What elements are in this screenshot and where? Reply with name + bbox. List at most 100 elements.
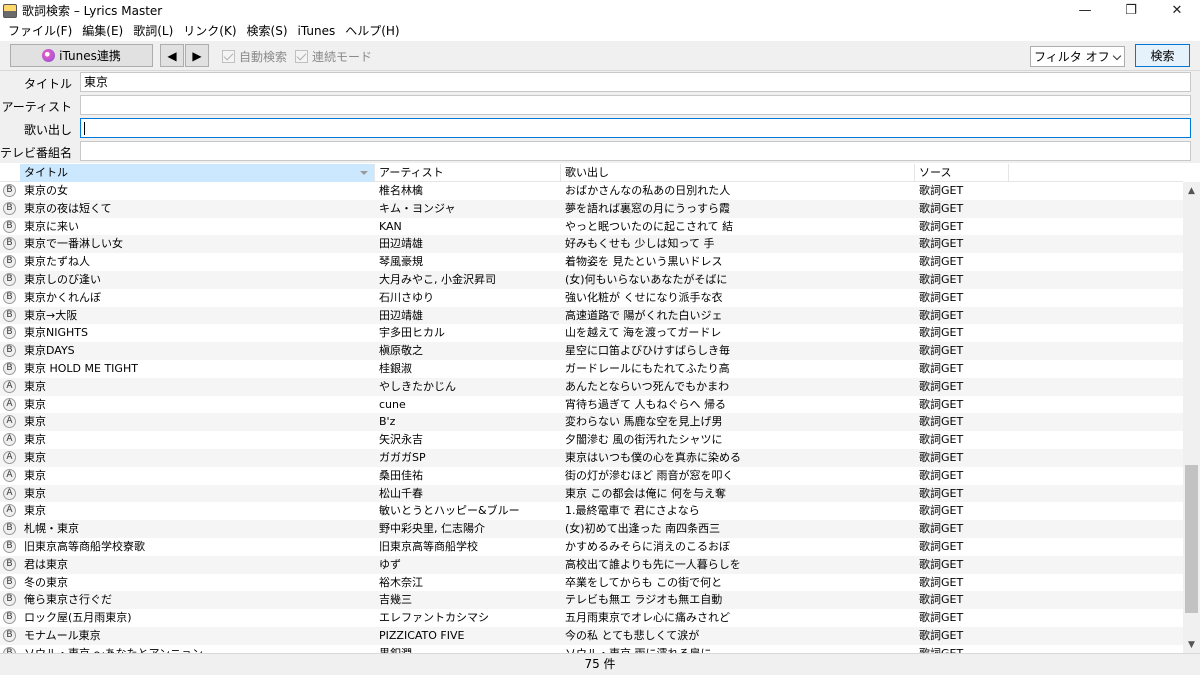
- table-row[interactable]: A 東京 桑田佳祐 街の灯が滲むほど 雨音が窓を叩く 歌詞GET: [0, 467, 1183, 485]
- minimize-button[interactable]: —: [1062, 0, 1108, 21]
- table-row[interactable]: B 旧東京高等商船学校寮歌 旧東京高等商船学校 かすめるみそらに消えのこるおぼ 歌詞GE…: [0, 538, 1183, 556]
- table-row[interactable]: A 東京 敏いとうとハッピー&ブルー 1.最終電車で 君にさよなら 歌詞GET: [0, 502, 1183, 520]
- row-title: 東京の女: [24, 184, 68, 197]
- row-type-badge: B: [3, 361, 16, 375]
- itunes-link-button[interactable]: iTunes連携: [10, 44, 153, 67]
- menu-edit[interactable]: 編集(E): [77, 21, 128, 41]
- row-source: 歌詞GET: [919, 326, 964, 340]
- menu-help[interactable]: ヘルプ(H): [340, 21, 404, 41]
- row-lyric: 強い化粧が くせになり派手な衣: [565, 290, 723, 304]
- table-row[interactable]: A 東京 cune 宵待ち過ぎて 人もねぐらへ 帰る 歌詞GET: [0, 396, 1183, 414]
- row-lyric: 卒業をしてからも この街で何と: [565, 575, 723, 589]
- column-header-title[interactable]: タイトル: [20, 164, 375, 182]
- row-title: 東京→大阪: [24, 308, 78, 322]
- lyric-input[interactable]: [80, 118, 1191, 138]
- menu-file[interactable]: ファイル(F): [3, 21, 77, 41]
- auto-search-checkbox[interactable]: 自動検索: [222, 48, 287, 65]
- table-row[interactable]: B 東京で一番淋しい女 田辺靖雄 好みもくせも 少しは知って 手 歌詞GET: [0, 235, 1183, 254]
- toolbar: iTunes連携 ◀ ▶ 自動検索 連続モード フィルタ オフ 検索: [0, 41, 1200, 71]
- maximize-button[interactable]: ❐: [1108, 0, 1154, 21]
- table-row[interactable]: B 東京の夜は短くて キム・ヨンジャ 夢を語れば裏窓の月にうっすら霞 歌詞GET: [0, 199, 1183, 218]
- search-button[interactable]: 検索: [1135, 44, 1190, 67]
- row-source: 歌詞GET: [919, 308, 964, 322]
- menu-bar: ファイル(F) 編集(E) 歌詞(L) リンク(K) 検索(S) iTunes …: [0, 21, 1200, 41]
- scroll-up-icon[interactable]: ▲: [1183, 182, 1200, 199]
- table-row[interactable]: A 東京 ガガガSP 東京はいつも僕の心を真赤に染める 歌詞GET: [0, 448, 1183, 467]
- artist-input[interactable]: [80, 95, 1191, 115]
- menu-search[interactable]: 検索(S): [242, 21, 293, 41]
- row-title: 東京に来い: [24, 219, 79, 233]
- title-bar: 歌詞検索 – Lyrics Master — ❐ ✕: [0, 0, 1200, 21]
- vertical-scrollbar[interactable]: ▲ ▼: [1183, 182, 1200, 653]
- row-lyric: 星空に口笛よびひけすばらしき毎: [565, 344, 730, 358]
- tv-input[interactable]: [80, 141, 1191, 161]
- table-row[interactable]: B 東京たずね人 琴風豪規 着物姿を 見たという黒いドレス 歌詞GET: [0, 253, 1183, 271]
- table-row[interactable]: A 東京 やしきたかじん あんたとならいつ死んでもかまわ 歌詞GET: [0, 377, 1183, 396]
- row-title: 東京たずね人: [24, 255, 90, 269]
- continuous-mode-checkbox[interactable]: 連続モード: [295, 48, 372, 65]
- row-type-badge: B: [3, 237, 16, 251]
- row-artist: 桑田佳祐: [379, 468, 423, 482]
- row-type-badge: A: [3, 379, 16, 393]
- table-row[interactable]: B 俺ら東京さ行ぐだ 吉幾三 テレビも無エ ラジオも無エ自動 歌詞GET: [0, 591, 1183, 610]
- row-type-badge: B: [3, 575, 16, 589]
- column-header-lyric[interactable]: 歌い出し: [561, 164, 915, 182]
- text-caret: [84, 122, 85, 135]
- menu-link[interactable]: リンク(K): [178, 21, 241, 41]
- row-lyric: あんたとならいつ死んでもかまわ: [565, 379, 730, 393]
- scrollbar-thumb[interactable]: [1185, 465, 1198, 613]
- table-row[interactable]: A 東京 矢沢永吉 夕闇滲む 風の街汚れたシャツに 歌詞GET: [0, 431, 1183, 449]
- table-row[interactable]: B 東京→大阪 田辺靖雄 高速道路で 陽がくれた白いジェ 歌詞GET: [0, 306, 1183, 325]
- row-lyric: 東京 この都会は俺に 何を与え奪: [565, 486, 726, 500]
- row-title: 冬の東京: [24, 575, 68, 589]
- previous-button[interactable]: ◀: [160, 44, 184, 67]
- itunes-icon: [42, 49, 56, 62]
- column-header-artist[interactable]: アーティスト: [375, 164, 561, 182]
- table-row[interactable]: Bソウル・東京 〜あなたとアンニョン黒釦潤ソウル・東京 雨に濡れる肩に歌詞GET: [0, 645, 1183, 653]
- row-title: 東京: [24, 415, 46, 429]
- table-row[interactable]: B 東京かくれんぼ 石川さゆり 強い化粧が くせになり派手な衣 歌詞GET: [0, 289, 1183, 307]
- result-count: 75 件: [584, 657, 616, 671]
- close-button[interactable]: ✕: [1154, 0, 1200, 21]
- row-type-badge: B: [3, 522, 16, 536]
- row-type-badge: B: [3, 219, 16, 233]
- itunes-link-label: iTunes連携: [59, 49, 121, 63]
- table-row[interactable]: B 東京の女 椎名林檎 おばかさんなの私あの日別れた人 歌詞GET: [0, 182, 1183, 200]
- table-row[interactable]: B 東京に来い KAN やっと眠ついたのに起こされて 結 歌詞GET: [0, 218, 1183, 236]
- row-type-badge: B: [3, 184, 16, 197]
- row-type-badge: A: [3, 415, 16, 429]
- table-row[interactable]: B 東京DAYS 槇原敬之 星空に口笛よびひけすばらしき毎 歌詞GET: [0, 342, 1183, 360]
- row-artist: PIZZICATO FIVE: [379, 628, 465, 642]
- next-button[interactable]: ▶: [185, 44, 209, 67]
- table-row[interactable]: B 東京 HOLD ME TIGHT 桂銀淑 ガードレールにもたれてふたり高 歌詞GET: [0, 360, 1183, 378]
- scroll-down-icon[interactable]: ▼: [1183, 636, 1200, 653]
- column-header-title-label: タイトル: [24, 166, 68, 179]
- table-row[interactable]: B 冬の東京 裕木奈江 卒業をしてからも この街で何と 歌詞GET: [0, 574, 1183, 592]
- title-input[interactable]: 東京: [80, 72, 1191, 92]
- row-artist: 矢沢永吉: [379, 433, 423, 447]
- row-source: 歌詞GET: [919, 504, 964, 518]
- table-row[interactable]: B 君は東京 ゆず 高校出て誰よりも先に一人暮らしを 歌詞GET: [0, 555, 1183, 574]
- table-row[interactable]: B 東京NIGHTS 宇多田ヒカル 山を越えて 海を渡ってガードレ 歌詞GET: [0, 324, 1183, 342]
- table-row[interactable]: A 東京 B'z 変わらない 馬鹿な空を見上げ男 歌詞GET: [0, 413, 1183, 432]
- menu-lyrics[interactable]: 歌詞(L): [128, 21, 178, 41]
- row-type-badge: B: [3, 326, 16, 340]
- column-header-source[interactable]: ソース: [915, 164, 1009, 182]
- filter-select[interactable]: フィルタ オフ: [1030, 46, 1125, 67]
- row-lyric: (女)初めて出逢った 南四条西三: [565, 522, 721, 536]
- row-lyric: 今の私 とても悲しくて涙が: [565, 628, 700, 642]
- row-title: モナムール東京: [24, 628, 101, 642]
- row-artist: やしきたかじん: [379, 379, 456, 393]
- title-row: タイトル 東京: [0, 71, 1200, 94]
- row-source: 歌詞GET: [919, 593, 964, 607]
- table-row[interactable]: B ロック屋(五月雨東京) エレファントカシマシ 五月雨東京でオレ心に痛みされど 歌詞G…: [0, 609, 1183, 627]
- row-lyric: 山を越えて 海を渡ってガードレ: [565, 326, 722, 340]
- menu-itunes[interactable]: iTunes: [293, 21, 341, 41]
- row-type-badge: B: [3, 557, 16, 571]
- table-row[interactable]: B モナムール東京 PIZZICATO FIVE 今の私 とても悲しくて涙が 歌詞GET: [0, 626, 1183, 645]
- table-row[interactable]: B 札幌・東京 野中彩央里, 仁志陽介 (女)初めて出逢った 南四条西三 歌詞GET: [0, 520, 1183, 538]
- table-row[interactable]: B 東京しのび逢い 大月みやこ, 小金沢昇司 (女)何もいらないあなたがそばに 歌詞GE…: [0, 270, 1183, 289]
- row-artist: キム・ヨンジャ: [379, 201, 456, 215]
- table-row[interactable]: A 東京 松山千春 東京 この都会は俺に 何を与え奪 歌詞GET: [0, 484, 1183, 503]
- checkbox-icon: [295, 50, 308, 63]
